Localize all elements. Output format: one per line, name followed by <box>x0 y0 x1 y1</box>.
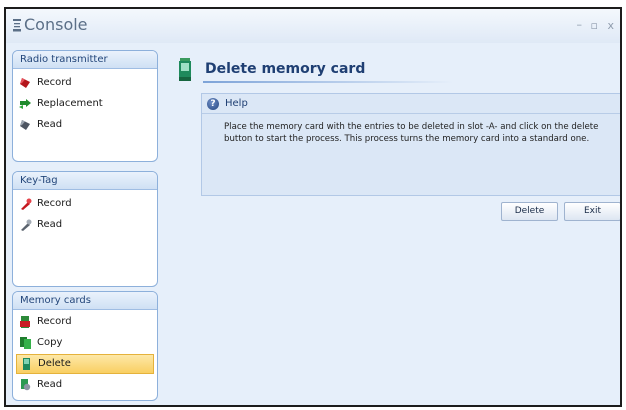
sidebar-item-radio-replacement[interactable]: Replacement <box>16 94 154 114</box>
memory-card-icon <box>179 58 191 81</box>
help-panel: ? Help Place the memory card with the en… <box>201 93 620 196</box>
help-text: Place the memory card with the entries t… <box>224 122 599 144</box>
read-memory-card-icon <box>21 379 31 391</box>
sidebar-item-radio-record[interactable]: Record <box>16 73 154 93</box>
exit-button[interactable]: Exit <box>564 202 620 221</box>
panel-memory-cards: Memory cards Record Copy Delete Read <box>12 291 158 401</box>
sidebar-item-memory-copy[interactable]: Copy <box>16 333 154 353</box>
sidebar-item-label: Record <box>37 77 72 88</box>
help-icon: ? <box>207 98 219 110</box>
console-app-icon <box>13 19 21 32</box>
red-memory-card-icon <box>20 316 30 328</box>
sidebar-item-label: Record <box>37 198 72 209</box>
sidebar-item-keytag-read[interactable]: Read <box>16 215 154 235</box>
window-title: Console <box>24 15 88 34</box>
green-arrows-icon <box>19 99 31 109</box>
grey-transmitter-icon <box>20 120 30 130</box>
sidebar-item-memory-record[interactable]: Record <box>16 312 154 332</box>
close-button[interactable]: x <box>607 19 614 32</box>
sidebar-item-memory-delete[interactable]: Delete <box>16 354 154 374</box>
sidebar-item-label: Replacement <box>37 98 103 109</box>
panel-header-radio-transmitter: Radio transmitter <box>13 51 157 69</box>
delete-button[interactable]: Delete <box>501 202 558 221</box>
sidebar-item-label: Read <box>37 219 63 230</box>
red-transmitter-icon <box>20 78 30 88</box>
sidebar-item-label: Record <box>37 316 72 327</box>
maximize-button[interactable]: ▫ <box>591 19 598 32</box>
sidebar-item-memory-read[interactable]: Read <box>16 375 154 395</box>
panel-radio-transmitter: Radio transmitter Record Replacement Rea… <box>12 50 158 162</box>
help-header: ? Help <box>202 94 620 114</box>
red-keytag-icon <box>21 198 32 210</box>
delete-memory-card-icon <box>23 358 30 370</box>
page-title: Delete memory card <box>205 61 366 77</box>
sidebar-item-label: Delete <box>38 358 71 369</box>
title-underline <box>203 81 453 83</box>
sidebar-item-label: Read <box>37 119 63 130</box>
sidebar-item-radio-read[interactable]: Read <box>16 115 154 135</box>
grey-keytag-icon <box>21 219 32 231</box>
console-window: Console – ▫ x Radio transmitter Record R… <box>4 7 622 407</box>
sidebar-item-label: Read <box>37 379 63 390</box>
sidebar-item-keytag-record[interactable]: Record <box>16 194 154 214</box>
panel-key-tag: Key-Tag Record Read <box>12 171 158 287</box>
green-memory-card-icon <box>20 337 31 349</box>
panel-header-memory-cards: Memory cards <box>13 292 157 310</box>
help-title: Help <box>225 98 248 109</box>
panel-header-key-tag: Key-Tag <box>13 172 157 190</box>
title-bar: Console – ▫ x <box>6 9 620 43</box>
minimize-button[interactable]: – <box>577 18 583 31</box>
sidebar-item-label: Copy <box>37 337 63 348</box>
